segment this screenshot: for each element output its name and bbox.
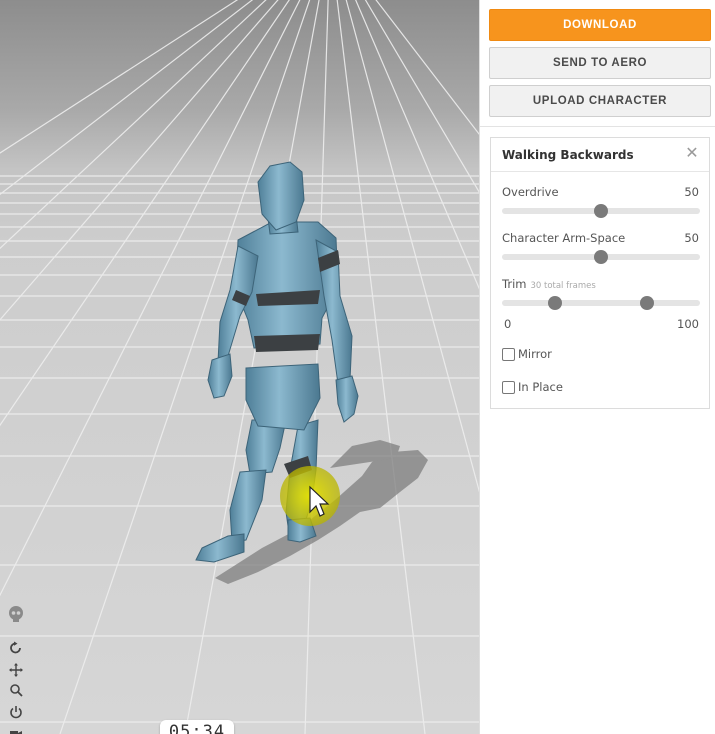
scene-canvas (0, 0, 479, 734)
close-icon[interactable]: ✕ (684, 145, 700, 161)
arm-space-slider[interactable] (502, 250, 700, 264)
in-place-checkbox-row[interactable]: In Place (502, 380, 563, 394)
overdrive-slider-handle[interactable] (594, 204, 608, 218)
rotate-icon[interactable] (6, 638, 26, 658)
overdrive-slider[interactable] (502, 204, 700, 218)
mirror-checkbox[interactable] (502, 347, 515, 361)
in-place-checkbox[interactable] (502, 380, 515, 394)
trim-frame-count: 30 total frames (530, 281, 596, 291)
trim-start-handle[interactable] (548, 296, 563, 310)
overdrive-value: 50 (684, 185, 699, 199)
mirror-label: Mirror (518, 347, 552, 361)
trim-range-slider[interactable] (502, 296, 700, 310)
trim-label-row: Trim 30 total frames (502, 277, 596, 291)
sidebar: DOWNLOAD SEND TO AERO UPLOAD CHARACTER W… (479, 0, 715, 734)
in-place-label: In Place (518, 380, 563, 394)
send-to-aero-button[interactable]: SEND TO AERO (489, 47, 711, 79)
trim-max-label: 100 (677, 317, 699, 331)
divider (480, 126, 715, 127)
trim-min-label: 0 (504, 317, 512, 331)
arm-space-label: Character Arm-Space (502, 231, 626, 245)
3d-viewport[interactable]: 05:34 (0, 0, 479, 734)
zoom-icon[interactable] (6, 680, 26, 700)
camera-icon[interactable] (6, 724, 26, 734)
skull-icon[interactable] (6, 604, 26, 624)
panel-divider (491, 171, 709, 172)
arm-space-slider-handle[interactable] (594, 250, 608, 264)
upload-character-button[interactable]: UPLOAD CHARACTER (489, 85, 711, 117)
playback-timer: 05:34 (160, 720, 234, 734)
trim-end-handle[interactable] (639, 296, 654, 310)
arm-space-value: 50 (684, 231, 699, 245)
animation-title: Walking Backwards (502, 148, 634, 162)
overdrive-label: Overdrive (502, 185, 559, 199)
power-icon[interactable] (6, 702, 26, 722)
pan-icon[interactable] (6, 660, 26, 680)
animation-settings-panel: Walking Backwards ✕ Overdrive 50 Charact… (490, 137, 710, 409)
download-button[interactable]: DOWNLOAD (489, 9, 711, 41)
floor-grid (0, 0, 479, 734)
trim-label: Trim (502, 277, 527, 291)
mirror-checkbox-row[interactable]: Mirror (502, 347, 552, 361)
